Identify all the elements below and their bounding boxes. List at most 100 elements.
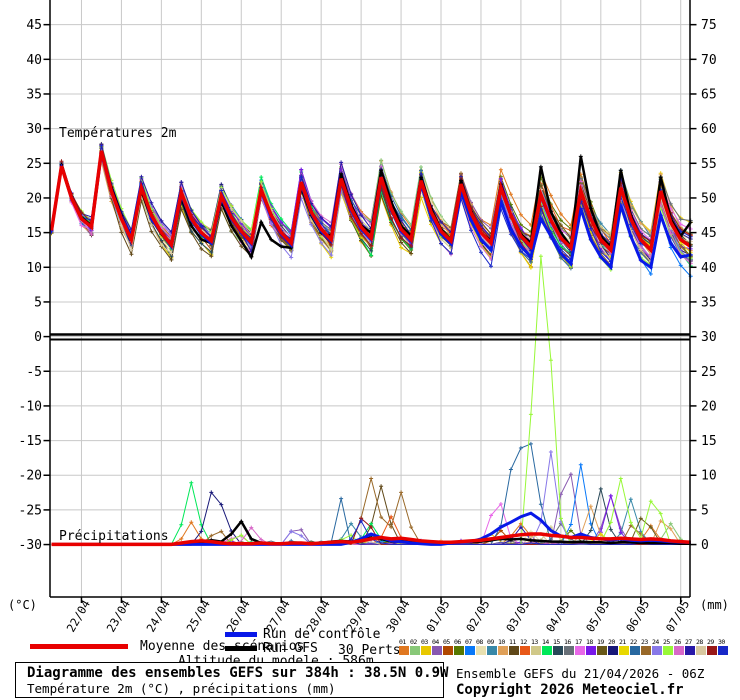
legend-control-line <box>225 632 257 637</box>
left-tick-label: -30 <box>19 538 42 553</box>
left-tick-label: 0 <box>34 330 42 345</box>
ensemble-series <box>49 141 693 547</box>
date-label: 30/04 <box>383 597 412 634</box>
right-tick-label: 40 <box>701 261 717 276</box>
pert-color-square <box>443 646 453 655</box>
pert-swatch-26: 26 <box>674 638 685 655</box>
pert-number: 18 <box>586 638 593 646</box>
date-label: 25/04 <box>183 597 212 634</box>
pert-color-square <box>685 646 695 655</box>
pert-number: 06 <box>454 638 461 646</box>
pert-color-square <box>410 646 420 655</box>
date-label: 02/05 <box>463 598 492 635</box>
pert-color-square <box>718 646 728 655</box>
pert-swatch-03: 03 <box>421 638 432 655</box>
left-tick-label: -25 <box>19 503 42 518</box>
right-tick-label: 75 <box>701 18 717 33</box>
pert-number: 04 <box>432 638 439 646</box>
date-label: 23/04 <box>104 597 133 634</box>
precipitation-section-label: Précipitations <box>59 529 169 544</box>
pert-swatch-09: 09 <box>487 638 498 655</box>
left-tick-label: 10 <box>26 261 42 276</box>
left-tick-label: 45 <box>26 18 42 33</box>
right-axis-unit-label: (mm) <box>700 598 729 612</box>
date-label: 07/05 <box>663 598 692 635</box>
pert-color-square <box>399 646 409 655</box>
title-box: Diagramme des ensembles GEFS sur 384h : … <box>15 662 448 698</box>
pert-color-square <box>542 646 552 655</box>
pert-color-square <box>476 646 486 655</box>
series-markers <box>289 441 543 543</box>
pert-swatch-08: 08 <box>476 638 487 655</box>
pert-number: 16 <box>564 638 571 646</box>
pert-swatch-14: 14 <box>542 638 553 655</box>
pert-number: 10 <box>498 638 505 646</box>
pert-number: 14 <box>542 638 549 646</box>
pert-number: 21 <box>619 638 626 646</box>
pert-swatch-10: 10 <box>498 638 509 655</box>
right-tick-label: 35 <box>701 295 717 310</box>
left-tick-label: 20 <box>26 191 42 206</box>
pert-number: 03 <box>421 638 428 646</box>
pert-color-square <box>696 646 706 655</box>
pert-color-square <box>630 646 640 655</box>
legend-control-label: Run de contrôle <box>263 627 381 642</box>
pert-number: 26 <box>674 638 681 646</box>
pert-number: 12 <box>520 638 527 646</box>
right-tick-label: 45 <box>701 226 717 241</box>
pert-number: 24 <box>652 638 659 646</box>
pert-number: 09 <box>487 638 494 646</box>
chart-subtitle: Température 2m (°C) , précipitations (mm… <box>27 681 336 696</box>
date-label: 22/04 <box>64 597 93 634</box>
pert-number: 23 <box>641 638 648 646</box>
pert-color-square <box>487 646 497 655</box>
pert-swatch-07: 07 <box>465 638 476 655</box>
ensemble-chart: 45 7540 7035 6530 6025 5520 5015 4510 405 350 30-5… <box>8 0 729 635</box>
pert-swatch-23: 23 <box>641 638 652 655</box>
pert-number: 05 <box>443 638 450 646</box>
pert-color-square <box>520 646 530 655</box>
pert-number: 19 <box>597 638 604 646</box>
pert-swatch-25: 25 <box>663 638 674 655</box>
legend-mean-line <box>30 644 128 649</box>
pert-swatch-15: 15 <box>553 638 564 655</box>
pert-color-square <box>564 646 574 655</box>
pert-color-square <box>509 646 519 655</box>
left-tick-label: -20 <box>19 469 42 484</box>
right-tick-label: 30 <box>701 330 717 345</box>
left-tick-label: 40 <box>26 53 42 68</box>
date-label: 03/05 <box>503 598 532 635</box>
pert-swatch-22: 22 <box>630 638 641 655</box>
left-tick-label: -5 <box>26 365 42 380</box>
pert-color-square <box>608 646 618 655</box>
right-tick-label: 5 <box>701 503 709 518</box>
pert-swatch-24: 24 <box>652 638 663 655</box>
pert-swatch-30: 30 <box>718 638 729 655</box>
legend-gfs-line <box>225 646 257 651</box>
right-tick-label: 60 <box>701 122 717 137</box>
date-label: 26/04 <box>223 597 252 634</box>
left-axis-unit-label: (°C) <box>8 598 37 612</box>
pert-number: 11 <box>509 638 516 646</box>
pert-color-square <box>619 646 629 655</box>
pert-swatch-20: 20 <box>608 638 619 655</box>
pert-color-square <box>432 646 442 655</box>
pert-number: 17 <box>575 638 582 646</box>
pert-color-square <box>663 646 673 655</box>
pert-number: 29 <box>707 638 714 646</box>
date-label: 01/05 <box>423 598 452 635</box>
pert-color-square <box>498 646 508 655</box>
series-line <box>51 256 691 546</box>
left-tick-label: -15 <box>19 434 42 449</box>
left-tick-label: 25 <box>26 157 42 172</box>
pert-number: 22 <box>630 638 637 646</box>
pert-color-square <box>674 646 684 655</box>
pert-number: 13 <box>531 638 538 646</box>
pert-swatch-13: 13 <box>531 638 542 655</box>
pert-color-square <box>707 646 717 655</box>
right-tick-label: 0 <box>701 538 709 553</box>
pert-number: 07 <box>465 638 472 646</box>
pert-swatch-12: 12 <box>520 638 531 655</box>
pert-swatch-04: 04 <box>432 638 443 655</box>
pert-swatch-11: 11 <box>509 638 520 655</box>
